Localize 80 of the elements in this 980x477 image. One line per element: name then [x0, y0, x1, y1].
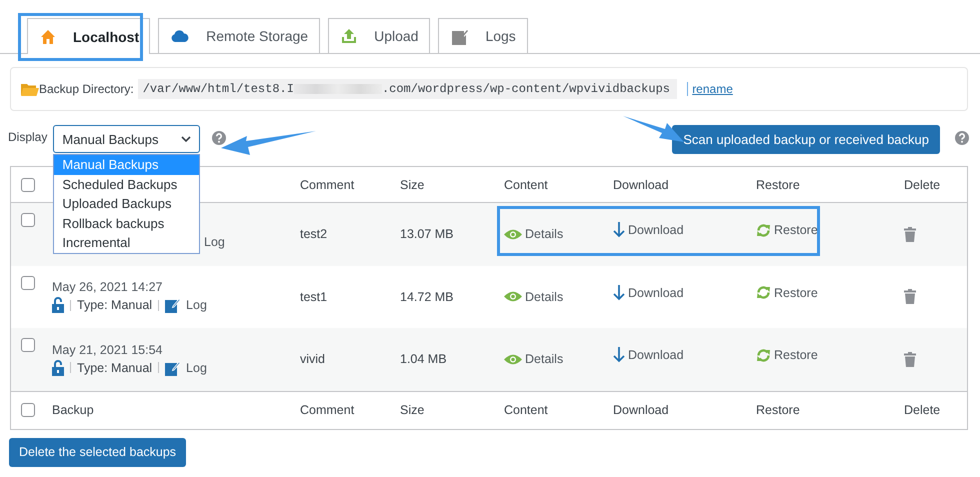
dropdown-option[interactable]: Rollback backups: [54, 214, 200, 233]
trash-icon[interactable]: [904, 226, 916, 242]
details-link[interactable]: Details: [504, 352, 564, 366]
backup-size: 14.72 MB: [400, 290, 454, 304]
column-header: Content: [504, 403, 548, 417]
column-header: Comment: [300, 403, 354, 417]
download-link[interactable]: Download: [613, 284, 684, 301]
tab[interactable]: Logs: [438, 18, 528, 53]
backup-size: 13.07 MB: [400, 227, 454, 242]
checkbox[interactable]: [21, 178, 35, 192]
arrow-down-icon: [613, 222, 625, 238]
cloud-icon: [171, 30, 190, 42]
checkbox[interactable]: [21, 213, 35, 227]
home-icon: [40, 28, 56, 44]
backup-date: May 21, 2021 15:54: [52, 342, 162, 357]
backup-type: Type: Manual: [77, 360, 152, 375]
details-link[interactable]: Details: [504, 227, 564, 242]
column-header: Content: [504, 178, 548, 192]
lock-icon[interactable]: [52, 360, 64, 376]
eye-icon: [504, 228, 522, 240]
delete-selected-button[interactable]: Delete the selected backups: [9, 438, 186, 466]
directory-label: Backup Directory:: [39, 82, 134, 96]
backup-type: Type: Manual: [77, 298, 152, 312]
restore-link[interactable]: Restore: [756, 222, 818, 238]
checkbox[interactable]: [21, 276, 35, 290]
restore-link[interactable]: Restore: [756, 285, 818, 300]
scan-button[interactable]: Scan uploaded backup or received backup: [672, 124, 940, 154]
column-header: Comment: [300, 178, 354, 192]
tab[interactable]: Remote Storage: [158, 18, 320, 53]
eye-icon: [504, 354, 522, 365]
column-header: Backup: [52, 403, 94, 417]
log-link[interactable]: Log: [204, 235, 225, 250]
arrow-down-icon: [613, 347, 625, 364]
note-icon: [451, 28, 468, 44]
upload-icon: [341, 28, 358, 44]
tab[interactable]: Localhost: [27, 18, 150, 54]
backup-comment: test1: [300, 290, 328, 304]
backup-comment: test2: [300, 227, 328, 242]
column-header: Restore: [756, 178, 800, 192]
log-link[interactable]: Log: [186, 360, 207, 375]
download-link[interactable]: Download: [613, 222, 684, 238]
column-header: Delete: [904, 403, 940, 417]
display-label: Display: [8, 130, 48, 144]
log-link[interactable]: Log: [186, 298, 207, 312]
download-link[interactable]: Download: [613, 347, 684, 364]
dropdown-option[interactable]: Uploaded Backups: [54, 194, 200, 214]
edit-icon: [165, 360, 180, 376]
column-header: Size: [400, 178, 424, 192]
checkbox[interactable]: [21, 403, 35, 417]
restore-link[interactable]: Restore: [756, 348, 818, 363]
checkbox[interactable]: [21, 338, 35, 352]
column-header: Download: [613, 403, 669, 417]
eye-icon: [504, 291, 522, 302]
edit-icon: [165, 297, 180, 314]
pointer-arrow: [623, 116, 684, 142]
lock-icon[interactable]: [52, 297, 64, 314]
folder-icon: [21, 82, 39, 96]
details-link[interactable]: Details: [504, 290, 564, 304]
trash-icon[interactable]: [904, 352, 916, 367]
column-header: Delete: [904, 178, 940, 192]
tab[interactable]: Upload: [328, 18, 430, 53]
backup-comment: vivid: [300, 352, 326, 366]
backup-size: 1.04 MB: [400, 352, 447, 366]
dropdown-option[interactable]: Incremental: [54, 233, 200, 252]
refresh-icon: [756, 285, 771, 300]
column-header: Restore: [756, 403, 800, 417]
display-dropdown[interactable]: Manual Backups: [53, 125, 200, 153]
rename-link[interactable]: rename: [692, 82, 733, 96]
refresh-icon: [756, 348, 771, 363]
directory-path: /var/www/html/test8.I .com/wordpress/wp-content/wpvividbackups: [138, 79, 678, 99]
backup-date: May 26, 2021 14:27: [52, 280, 162, 294]
arrow-down-icon: [613, 284, 625, 301]
column-header: Size: [400, 403, 424, 417]
help-icon[interactable]: [955, 130, 969, 144]
help-icon[interactable]: [212, 130, 226, 144]
trash-icon[interactable]: [904, 289, 916, 304]
dropdown-option[interactable]: Scheduled Backups: [54, 174, 200, 194]
column-header: Download: [613, 178, 669, 192]
refresh-icon: [756, 222, 771, 238]
chevron-icon: [181, 136, 192, 142]
